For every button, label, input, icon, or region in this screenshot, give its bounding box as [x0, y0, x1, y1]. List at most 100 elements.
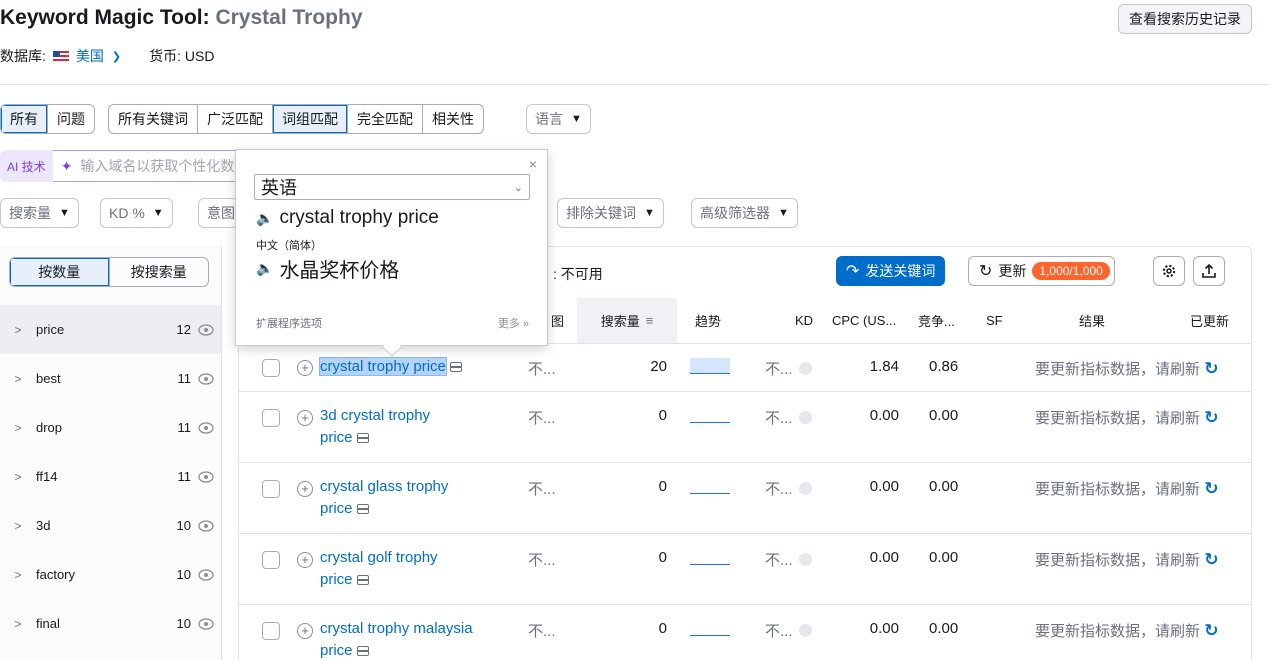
kd-filter-dropdown[interactable]: KD % ▼: [100, 198, 173, 228]
add-to-list-icon[interactable]: +: [297, 552, 313, 568]
exclude-keywords-dropdown[interactable]: 排除关键词 ▼: [557, 198, 664, 228]
add-to-list-icon[interactable]: +: [297, 410, 313, 426]
eye-icon[interactable]: [191, 470, 221, 483]
results-text: 要更新指标数据，请刷新: [1035, 481, 1201, 498]
source-language-select[interactable]: 英语 ⌄: [254, 174, 530, 200]
chevron-right-icon: >: [14, 371, 22, 386]
keyword-text-line2: price: [320, 500, 353, 517]
col-trend[interactable]: 趋势: [695, 298, 721, 343]
keyword-link[interactable]: crystal trophy malaysia price: [320, 618, 520, 660]
send-keywords-button[interactable]: ↷ 发送关键词: [836, 256, 946, 286]
row-checkbox[interactable]: [262, 359, 280, 377]
advanced-filters-dropdown[interactable]: 高级筛选器 ▼: [691, 198, 798, 228]
col-sf[interactable]: SF: [986, 298, 1003, 343]
update-metrics-button[interactable]: ↻ 更新 1,000/1,000: [968, 256, 1115, 286]
col-kd[interactable]: KD: [795, 298, 813, 343]
group-name: price: [36, 322, 65, 337]
eye-icon[interactable]: [191, 421, 221, 434]
tab-exact-match[interactable]: 完全匹配: [348, 105, 423, 133]
tab-questions[interactable]: 问题: [48, 105, 94, 133]
volume-cell: 0: [658, 407, 667, 424]
eye-icon[interactable]: [191, 568, 221, 581]
eye-icon[interactable]: [191, 372, 221, 385]
add-to-list-icon[interactable]: +: [297, 623, 313, 639]
refresh-icon[interactable]: ↻: [1204, 359, 1218, 378]
database-label: 数据库:: [0, 48, 46, 64]
keyword-text: crystal trophy price: [319, 357, 447, 376]
group-item[interactable]: > 3d 10: [0, 501, 221, 550]
kd-cell: 不...: [765, 549, 812, 570]
row-checkbox[interactable]: [262, 409, 280, 427]
keyword-link[interactable]: 3d crystal trophy price: [320, 405, 510, 449]
kd-value: 不...: [765, 481, 793, 498]
group-item[interactable]: > price 12: [0, 305, 221, 354]
col-intent[interactable]: 图: [551, 298, 564, 343]
speaker-icon[interactable]: 🔈: [256, 210, 273, 227]
serp-icon[interactable]: [356, 575, 369, 585]
keyword-link[interactable]: crystal golf trophy price: [320, 547, 510, 591]
target-text: 水晶奖杯价格: [279, 260, 400, 282]
tab-phrase-match[interactable]: 词组匹配: [273, 105, 348, 133]
group-item[interactable]: > best 11: [0, 354, 221, 403]
more-link[interactable]: 更多 »: [498, 315, 529, 331]
refresh-icon[interactable]: ↻: [1204, 479, 1218, 498]
tab-all-keywords[interactable]: 所有关键词: [109, 105, 198, 133]
cpc-cell: 1.84: [869, 358, 899, 375]
keyword-link[interactable]: crystal trophy price: [319, 356, 510, 378]
serp-icon[interactable]: [356, 433, 369, 443]
eye-icon[interactable]: [191, 617, 221, 630]
settings-button[interactable]: [1153, 256, 1185, 286]
refresh-icon[interactable]: ↻: [1204, 621, 1218, 640]
language-dropdown[interactable]: 语言 ▼: [526, 104, 591, 134]
export-button[interactable]: [1193, 256, 1225, 286]
sort-by-count-button[interactable]: 按数量: [10, 258, 109, 286]
search-history-button[interactable]: 查看搜索历史记录: [1118, 4, 1252, 34]
chevron-right-icon: >: [14, 567, 22, 582]
sort-by-volume-button[interactable]: 按搜索量: [108, 258, 209, 286]
refresh-icon[interactable]: ↻: [1204, 550, 1218, 569]
refresh-icon[interactable]: ↻: [1204, 408, 1218, 427]
competition-cell: 0.00: [929, 478, 959, 495]
tab-broad-match[interactable]: 广泛匹配: [198, 105, 273, 133]
serp-icon[interactable]: [356, 646, 369, 656]
extension-options-link[interactable]: 扩展程序选项: [256, 315, 322, 331]
keyword-link[interactable]: crystal glass trophy price: [320, 476, 510, 520]
eye-icon[interactable]: [191, 323, 221, 336]
row-checkbox[interactable]: [262, 480, 280, 498]
close-icon[interactable]: ×: [529, 156, 537, 172]
serp-icon[interactable]: [356, 504, 369, 514]
chevron-down-icon[interactable]: ❯: [112, 50, 121, 63]
intent-filter-label: 意图: [207, 205, 235, 221]
speaker-icon[interactable]: 🔈: [256, 260, 273, 277]
add-to-list-icon[interactable]: +: [297, 481, 313, 497]
group-name: 3d: [36, 518, 51, 533]
eye-icon[interactable]: [191, 519, 221, 532]
update-label: 更新: [998, 263, 1027, 279]
share-arrow-icon: ↷: [846, 263, 860, 280]
group-item[interactable]: > final 10: [0, 599, 221, 648]
col-results[interactable]: 结果: [1079, 298, 1105, 343]
sort-icon: ≡: [645, 313, 654, 328]
chevron-right-icon: >: [14, 518, 22, 533]
tab-all[interactable]: 所有: [1, 105, 48, 133]
group-item[interactable]: > ff14 11: [0, 452, 221, 501]
tab-related[interactable]: 相关性: [423, 105, 483, 133]
col-cpc[interactable]: CPC (US...: [832, 298, 896, 343]
keyword-text: crystal golf trophy: [320, 549, 438, 566]
col-competition[interactable]: 竞争...: [918, 298, 955, 343]
row-checkbox[interactable]: [262, 622, 280, 640]
add-to-list-icon[interactable]: +: [297, 360, 313, 376]
intent-filter-dropdown[interactable]: 意图: [198, 198, 238, 228]
ai-domain-input[interactable]: ✦ 输入域名以获取个性化数据: [52, 150, 253, 182]
col-volume[interactable]: 搜索量 ≡: [577, 298, 677, 343]
serp-icon[interactable]: [449, 362, 462, 372]
row-checkbox[interactable]: [262, 551, 280, 569]
group-item[interactable]: > factory 10: [0, 550, 221, 599]
group-count: 10: [176, 518, 191, 533]
volume-filter-dropdown[interactable]: 搜索量 ▼: [0, 198, 79, 228]
group-item[interactable]: > drop 11: [0, 403, 221, 452]
country-selector[interactable]: 美国: [76, 46, 104, 66]
trend-sparkline: [690, 358, 730, 374]
col-updated[interactable]: 已更新: [1190, 298, 1229, 343]
keyword-text-line2: price: [320, 429, 353, 446]
